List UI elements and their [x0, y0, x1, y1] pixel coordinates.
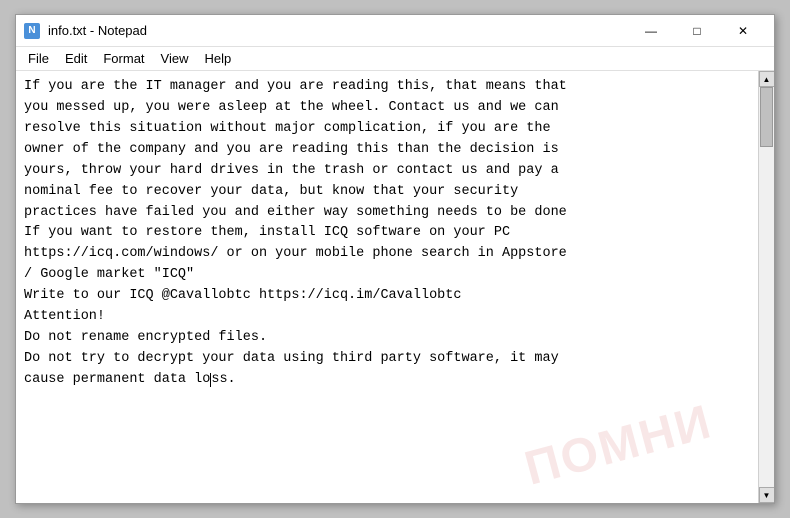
close-button[interactable]: ✕: [720, 15, 766, 47]
maximize-button[interactable]: □: [674, 15, 720, 47]
minimize-button[interactable]: —: [628, 15, 674, 47]
scroll-down-arrow[interactable]: ▼: [759, 487, 775, 503]
scroll-up-arrow[interactable]: ▲: [759, 71, 775, 87]
menu-bar: File Edit Format View Help: [16, 47, 774, 71]
menu-edit[interactable]: Edit: [57, 49, 95, 68]
title-bar: N info.txt - Notepad — □ ✕: [16, 15, 774, 47]
scrollbar[interactable]: ▲ ▼: [758, 71, 774, 503]
scrollbar-track[interactable]: [759, 87, 774, 487]
scrollbar-thumb[interactable]: [760, 87, 773, 147]
app-icon: N: [24, 23, 40, 39]
menu-format[interactable]: Format: [95, 49, 152, 68]
window-title: info.txt - Notepad: [48, 23, 628, 38]
notepad-window: N info.txt - Notepad — □ ✕ File Edit For…: [15, 14, 775, 504]
app-icon-letter: N: [28, 25, 35, 36]
menu-file[interactable]: File: [20, 49, 57, 68]
content-area: If you are the IT manager and you are re…: [16, 71, 774, 503]
menu-help[interactable]: Help: [196, 49, 239, 68]
menu-view[interactable]: View: [153, 49, 197, 68]
window-controls: — □ ✕: [628, 15, 766, 47]
text-editor[interactable]: If you are the IT manager and you are re…: [16, 71, 758, 503]
